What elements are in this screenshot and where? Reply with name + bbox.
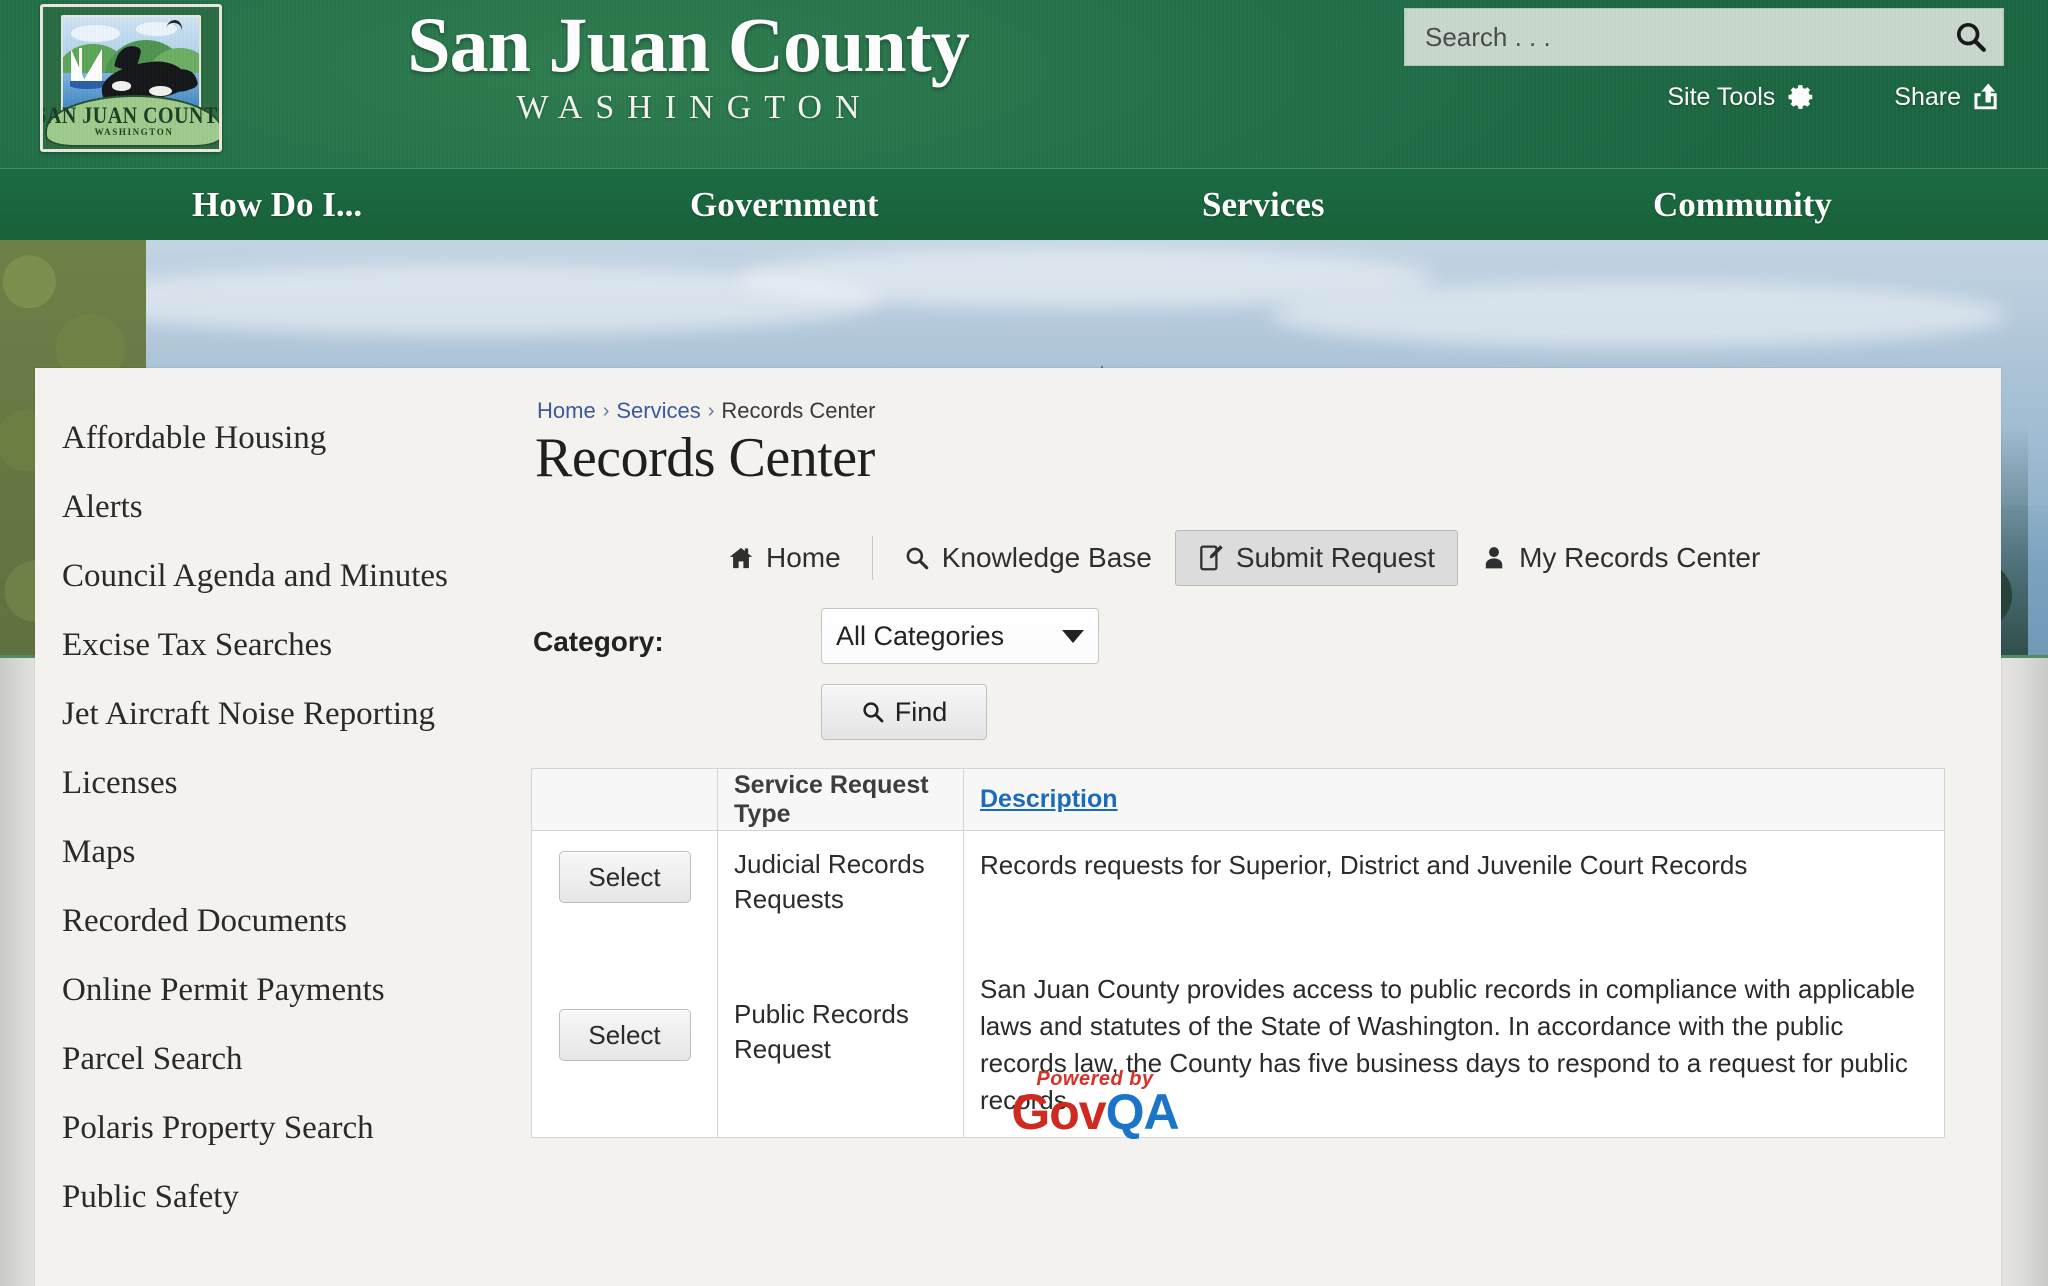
- table-cell-select: Select: [532, 831, 718, 928]
- table-row: Select Judicial Records Requests Records…: [532, 831, 1944, 928]
- main-navigation: How Do I... Government Services Communit…: [0, 168, 2048, 240]
- breadcrumb-separator: ›: [602, 399, 610, 422]
- tab-home-label: Home: [766, 542, 841, 573]
- category-select-value: All Categories: [836, 620, 1005, 651]
- sidebar-item-council-agenda-and-minutes[interactable]: Council Agenda and Minutes: [60, 542, 505, 611]
- breadcrumb: Home › Services › Records Center: [537, 398, 875, 424]
- table-cell-select: Select: [532, 927, 718, 1137]
- govqa-gov-text: Gov: [1011, 1084, 1106, 1140]
- hero-cloud: [1269, 281, 2008, 348]
- site-tools-label: Site Tools: [1667, 82, 1776, 111]
- breadcrumb-services-link[interactable]: Services: [616, 398, 700, 424]
- service-request-table: Service Request Type Description Select …: [531, 768, 1945, 1138]
- gear-icon: [1788, 85, 1813, 109]
- edit-document-icon: [1200, 545, 1223, 571]
- seal-ribbon: SAN JUAN COUNTY WASHINGTON: [43, 95, 219, 147]
- content-card: Affordable Housing Alerts Council Agenda…: [35, 368, 2001, 1286]
- site-subtitle: WASHINGTON: [516, 89, 873, 126]
- tab-knowledge-base[interactable]: Knowledge Base: [881, 530, 1175, 586]
- site-tools-button[interactable]: Site Tools: [1667, 82, 1816, 112]
- home-icon: [729, 547, 753, 569]
- breadcrumb-separator: ›: [707, 399, 715, 422]
- sidebar-item-polaris-property-search[interactable]: Polaris Property Search: [60, 1094, 505, 1163]
- seal-cloud: [71, 25, 121, 42]
- govqa-logo: Powered by GovQA: [965, 1068, 1225, 1137]
- table-body: Select Judicial Records Requests Records…: [532, 831, 1944, 1137]
- seal-ribbon-top-text: SAN JUAN COUNTY: [40, 102, 222, 129]
- chevron-down-icon: [1062, 629, 1084, 643]
- main-content: Home › Services › Records Center Records…: [505, 368, 2001, 1286]
- site-header: SAN JUAN COUNTY WASHINGTON San Juan Coun…: [0, 0, 2048, 168]
- sidebar-item-online-permit-payments[interactable]: Online Permit Payments: [60, 956, 505, 1025]
- table-row: Select Public Records Request San Juan C…: [532, 927, 1944, 1137]
- nav-item-how-do-i[interactable]: How Do I...: [192, 185, 362, 225]
- table-header-description-link[interactable]: Description: [980, 785, 1118, 814]
- sidebar-item-licenses[interactable]: Licenses: [60, 749, 505, 818]
- search-icon: [863, 702, 884, 723]
- table-header-select: [532, 769, 718, 830]
- sidebar-item-excise-tax-searches[interactable]: Excise Tax Searches: [60, 611, 505, 680]
- seal-ribbon-bottom-text: WASHINGTON: [94, 126, 174, 137]
- table-header-row: Service Request Type Description: [532, 769, 1944, 831]
- share-icon: [1974, 83, 1997, 110]
- tab-my-records-center-label: My Records Center: [1519, 542, 1761, 573]
- site-title: San Juan County: [407, 1, 970, 88]
- nav-item-government[interactable]: Government: [690, 185, 879, 225]
- seal-sail: [71, 49, 86, 82]
- site-brand: San Juan County WASHINGTON: [298, 2, 1078, 128]
- sidebar-item-maps[interactable]: Maps: [60, 818, 505, 887]
- seal-hull: [69, 81, 106, 89]
- sidebar-item-affordable-housing[interactable]: Affordable Housing: [60, 404, 505, 473]
- search-input[interactable]: [1405, 21, 1939, 53]
- govqa-wordmark: GovQA: [965, 1087, 1225, 1137]
- header-utility-links: Site Tools Share: [1667, 82, 2004, 112]
- sidebar-item-alerts[interactable]: Alerts: [60, 473, 505, 542]
- tab-submit-request[interactable]: Submit Request: [1174, 530, 1459, 586]
- sidebar-item-public-safety[interactable]: Public Safety: [60, 1163, 505, 1232]
- sidebar-item-parcel-search[interactable]: Parcel Search: [60, 1025, 505, 1094]
- tab-home[interactable]: Home: [705, 530, 864, 586]
- seal-orca-patch: [111, 81, 131, 91]
- user-icon: [1485, 547, 1503, 569]
- breadcrumb-home-link[interactable]: Home: [537, 398, 596, 424]
- search-submit-button[interactable]: [1939, 9, 2003, 65]
- category-select[interactable]: All Categories: [821, 608, 1099, 664]
- sidebar-item-recorded-documents[interactable]: Recorded Documents: [60, 887, 505, 956]
- select-button[interactable]: Select: [558, 1009, 691, 1062]
- seal-orca-patch: [148, 85, 172, 97]
- table-cell-type: Judicial Records Requests: [718, 831, 964, 928]
- tab-submit-request-label: Submit Request: [1235, 542, 1436, 573]
- tab-my-records-center[interactable]: My Records Center: [1458, 530, 1783, 586]
- table-cell-description: Records requests for Superior, District …: [980, 850, 1748, 880]
- category-label: Category:: [533, 626, 664, 657]
- breadcrumb-current: Records Center: [721, 398, 876, 423]
- tab-knowledge-base-label: Knowledge Base: [941, 542, 1152, 573]
- nav-item-community[interactable]: Community: [1653, 185, 1832, 225]
- sidebar-menu: Affordable Housing Alerts Council Agenda…: [35, 368, 505, 1286]
- search-icon: [1956, 22, 1986, 52]
- county-seal-logo: SAN JUAN COUNTY WASHINGTON: [40, 4, 222, 152]
- sidebar-item-jet-aircraft-noise-reporting[interactable]: Jet Aircraft Noise Reporting: [60, 680, 505, 749]
- tab-divider: [871, 536, 873, 580]
- find-button[interactable]: Find: [821, 684, 987, 740]
- site-search[interactable]: [1404, 8, 2004, 66]
- select-button[interactable]: Select: [558, 851, 691, 903]
- search-icon: [906, 547, 928, 570]
- records-center-tabs: Home Knowledge Base Submit Request My Re…: [705, 530, 1783, 586]
- page-title: Records Center: [535, 427, 875, 489]
- nav-item-services[interactable]: Services: [1202, 185, 1324, 225]
- table-cell-type: Public Records Request: [718, 927, 964, 1137]
- share-button[interactable]: Share: [1894, 82, 2004, 112]
- table-header-service-request-type: Service Request Type: [718, 769, 964, 830]
- govqa-qa-text: QA: [1105, 1084, 1180, 1140]
- find-button-label: Find: [894, 696, 948, 727]
- share-label: Share: [1894, 82, 1961, 111]
- table-header-description: Description: [964, 769, 1944, 830]
